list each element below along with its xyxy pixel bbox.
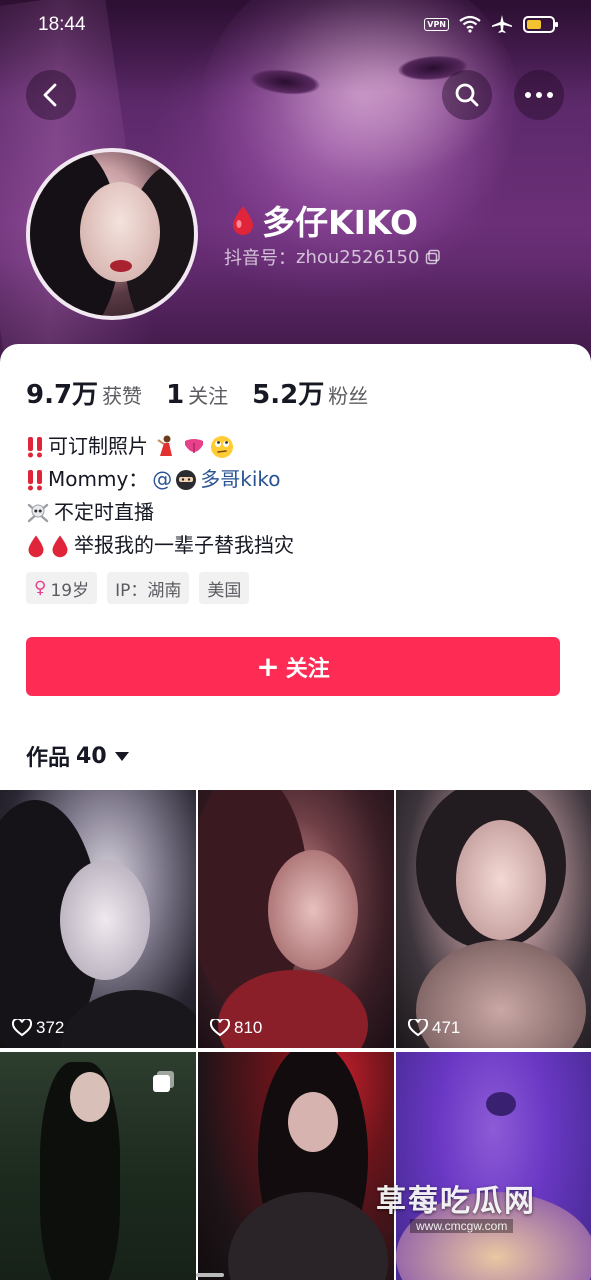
copy-icon[interactable]: [425, 249, 441, 265]
skull-crossbones-icon: [27, 503, 49, 522]
video-tile[interactable]: [396, 1052, 591, 1280]
search-button[interactable]: [442, 70, 492, 120]
bio-text-2: Mommy：: [48, 467, 149, 491]
chevron-left-icon: [43, 83, 57, 107]
bio-line-2: Mommy： @ 多哥kiko: [26, 463, 294, 496]
profile-id-label: 抖音号：: [224, 248, 296, 269]
tongue-emoji-icon: [185, 438, 203, 453]
profile-info-card: 9.7万 获赞 1 关注 5.2万 粉丝 可订制照片 Mommy： @ 多哥ki…: [0, 344, 591, 792]
heart-icon: [12, 1019, 32, 1037]
bio-line-4: 举报我的一辈子替我挡灾: [26, 529, 294, 562]
status-time: 18:44: [38, 14, 86, 35]
bio-text-4: 举报我的一辈子替我挡灾: [74, 533, 294, 557]
following-count[interactable]: 1: [166, 380, 184, 410]
ninja-emoji-icon: [176, 469, 197, 490]
profile-name-text: 多仔KIKO: [262, 203, 418, 242]
bio-text-3: 不定时直播: [54, 500, 154, 524]
video-tile[interactable]: [0, 1052, 196, 1280]
video-tile[interactable]: 471: [396, 790, 591, 1048]
scroll-indicator: [196, 1273, 224, 1277]
like-count: 372: [12, 1018, 64, 1038]
video-tile[interactable]: 810: [198, 790, 394, 1048]
battery-icon: [523, 15, 558, 33]
likes-label[interactable]: 获赞: [102, 380, 142, 409]
age-tag-text: 19岁: [50, 580, 90, 601]
like-count: 810: [210, 1018, 262, 1038]
ip-tag-text: IP：湖南: [115, 580, 182, 601]
double-exclamation-icon: [28, 469, 42, 490]
heart-icon: [210, 1019, 230, 1037]
age-tag: ♀ 19岁: [26, 572, 98, 604]
followers-label[interactable]: 粉丝: [328, 380, 368, 409]
eye-roll-emoji-icon: [211, 435, 233, 458]
double-exclamation-icon: [28, 436, 42, 457]
airplane-icon: [492, 15, 512, 33]
dancer-emoji-icon: [157, 435, 172, 456]
bio-line-1: 可订制照片: [26, 430, 294, 463]
country-tag: 美国: [199, 572, 250, 604]
more-button[interactable]: [514, 70, 564, 120]
profile-id[interactable]: 抖音号： zhou2526150: [224, 244, 441, 270]
like-count: 471: [408, 1018, 460, 1038]
multi-image-icon: [153, 1071, 174, 1092]
profile-id-value: zhou2526150: [296, 246, 420, 268]
like-count-text: 372: [36, 1018, 65, 1037]
more-dots-icon: [525, 92, 553, 98]
blood-drop-icon: [28, 535, 44, 557]
profile-name: 多仔KIKO: [230, 196, 418, 244]
likes-count[interactable]: 9.7万: [26, 374, 98, 411]
profile-bio: 可订制照片 Mommy： @ 多哥kiko 不定时直播 举报我的一辈子替我挡灾: [26, 430, 294, 562]
avatar[interactable]: [26, 148, 198, 320]
bio-mention-name: 多哥kiko: [200, 467, 281, 491]
like-count-text: 810: [234, 1018, 263, 1037]
following-label[interactable]: 关注: [188, 380, 228, 409]
video-tile[interactable]: [198, 1052, 394, 1280]
status-bar: 18:44 VPN: [0, 0, 591, 52]
follow-button-label: 关注: [285, 656, 330, 682]
wifi-icon: [459, 15, 481, 33]
followers-count[interactable]: 5.2万: [252, 374, 324, 411]
bio-line-3: 不定时直播: [26, 496, 294, 529]
video-tile[interactable]: 372: [0, 790, 196, 1048]
watermark-url: www.cmcgw.com: [410, 1219, 514, 1233]
heart-icon: [408, 1019, 428, 1037]
vpn-icon: VPN: [424, 17, 449, 31]
blood-drop-icon: [52, 535, 68, 557]
works-label: 作品: [26, 746, 71, 771]
search-icon: [455, 83, 479, 107]
country-tag-text: 美国: [207, 580, 242, 601]
profile-tags: ♀ 19岁 IP：湖南 美国: [26, 572, 250, 604]
blood-drop-icon: [233, 206, 253, 235]
ip-tag: IP：湖南: [107, 572, 190, 604]
profile-stats: 9.7万 获赞 1 关注 5.2万 粉丝: [26, 374, 392, 411]
back-button[interactable]: [26, 70, 76, 120]
bio-mention-at: @: [152, 467, 173, 491]
watermark-title: 草莓吃瓜网: [376, 1184, 536, 1219]
caret-down-icon: [114, 751, 129, 761]
works-count: 40: [76, 743, 107, 769]
like-count-text: 471: [432, 1018, 461, 1037]
plus-icon: +: [256, 649, 280, 683]
bio-mention-link[interactable]: @ 多哥kiko: [152, 463, 280, 496]
follow-button[interactable]: + 关注: [26, 637, 560, 696]
bio-text-1: 可订制照片: [48, 434, 148, 458]
female-icon: ♀: [34, 578, 47, 598]
works-tab[interactable]: 作品 40: [26, 740, 129, 772]
